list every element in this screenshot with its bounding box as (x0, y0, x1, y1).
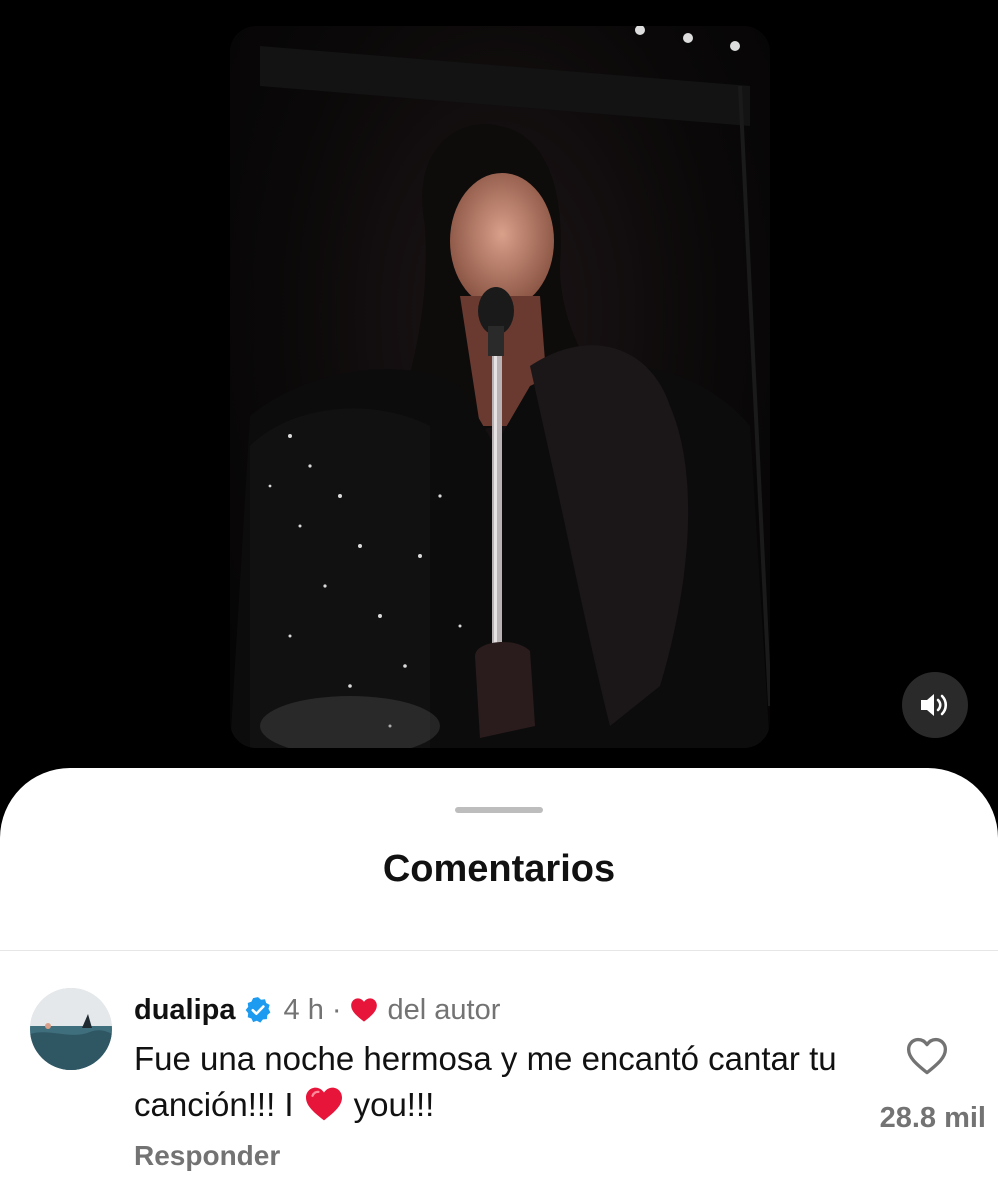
comment-time: 4 h (283, 993, 324, 1026)
heart-icon (350, 998, 377, 1022)
like-count: 28.8 mil (879, 1102, 986, 1134)
comment-username[interactable]: dualipa (134, 994, 236, 1027)
red-heart-emoji-icon (305, 1087, 342, 1121)
comment-header: dualipa 4 h · del autor (134, 990, 500, 1030)
video-player[interactable] (230, 26, 770, 748)
comment-text: Fue una noche hermosa y me encantó canta… (134, 1036, 854, 1128)
author-like-label: del autor (387, 993, 501, 1026)
sheet-grabber[interactable] (455, 807, 543, 813)
comment-text-part2: you!!! (353, 1086, 435, 1123)
separator-dot: · (331, 993, 342, 1026)
sheet-title: Comentarios (382, 848, 616, 890)
avatar[interactable] (30, 988, 112, 1070)
divider (0, 950, 998, 951)
comment-text-part1: Fue una noche hermosa y me encantó canta… (134, 1040, 837, 1123)
like-heart-icon[interactable] (906, 1036, 948, 1076)
verified-badge-icon (245, 997, 270, 1023)
reply-button[interactable]: Responder (134, 1140, 280, 1172)
comments-sheet: Comentarios dualipa 4 h · del autor Fue … (0, 768, 998, 1199)
sound-toggle-button[interactable] (902, 672, 968, 738)
speaker-icon (921, 694, 948, 716)
video-frame-image (230, 26, 770, 748)
